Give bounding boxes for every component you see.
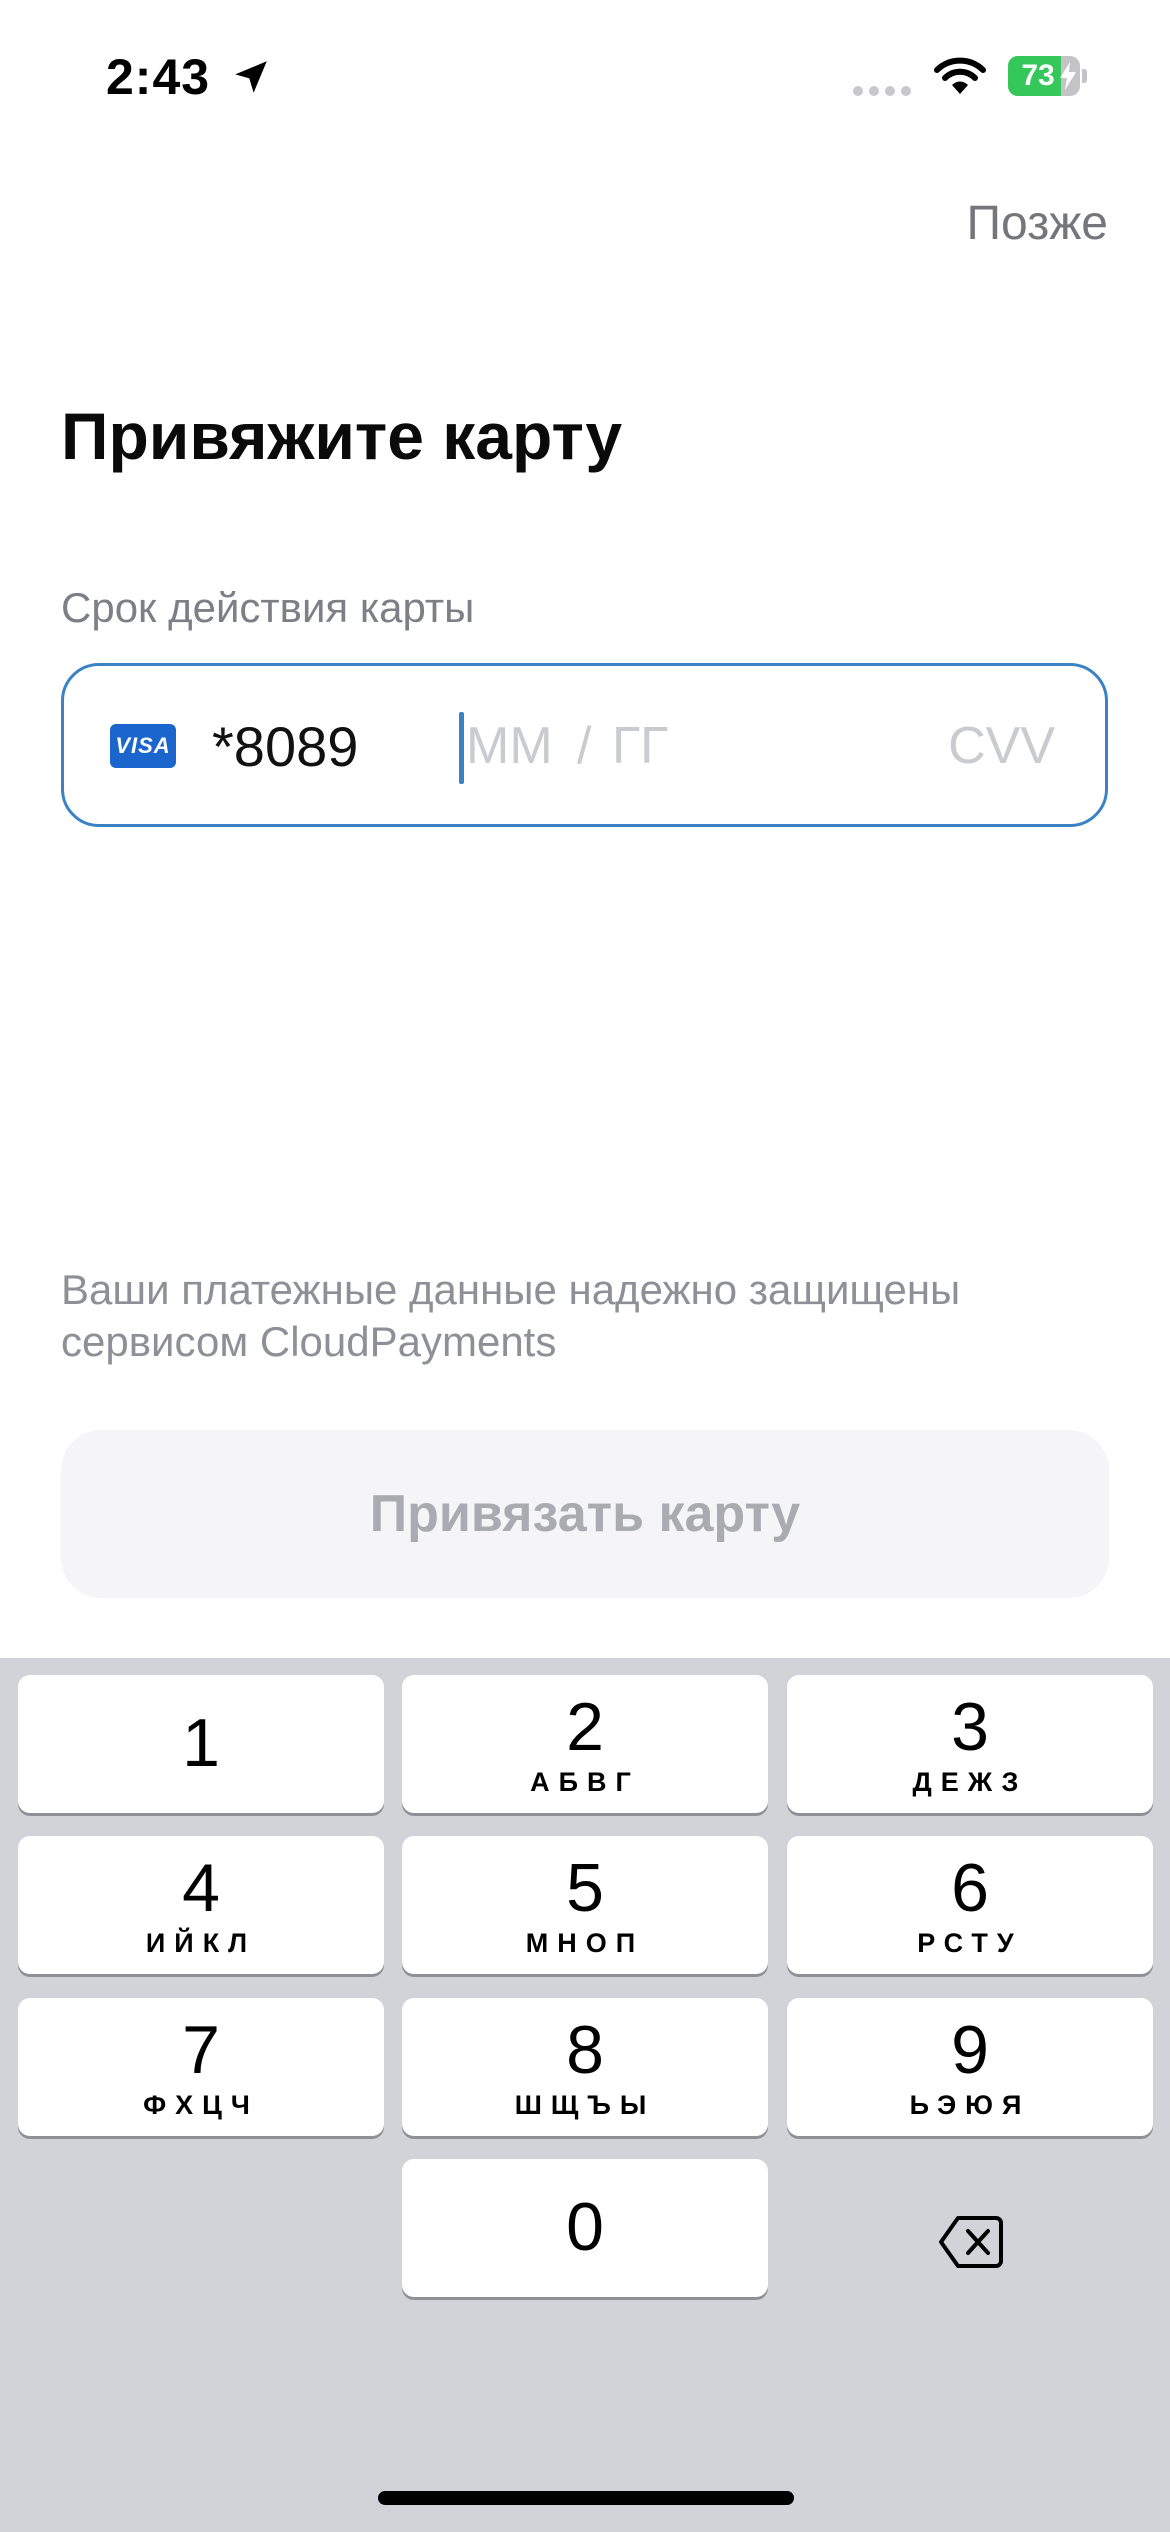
page-title: Привяжите карту <box>61 399 623 473</box>
key-letters: АБВГ <box>530 1767 640 1797</box>
key-letters: МНОП <box>525 1928 645 1958</box>
key-4[interactable]: 4 ИЙКЛ <box>18 1836 384 1974</box>
expiry-field-label: Срок действия карты <box>61 584 475 631</box>
card-input-field[interactable]: VISA *8089 ММ / ГГ CVV <box>61 663 1108 827</box>
battery-indicator: 73 <box>1008 56 1087 96</box>
key-6[interactable]: 6 РСТУ <box>787 1836 1153 1974</box>
key-digit: 2 <box>566 1689 604 1765</box>
wifi-icon <box>934 57 986 94</box>
key-digit: 9 <box>951 2012 989 2088</box>
key-5[interactable]: 5 МНОП <box>402 1836 768 1974</box>
home-indicator <box>378 2491 794 2505</box>
key-7[interactable]: 7 ФХЦЧ <box>18 1998 384 2136</box>
visa-logo: VISA <box>110 724 176 768</box>
expiry-year-input[interactable]: ГГ <box>612 716 668 776</box>
key-2[interactable]: 2 АБВГ <box>402 1675 768 1813</box>
key-digit: 0 <box>566 2189 604 2265</box>
status-bar: 2:43 73 <box>0 0 1170 150</box>
battery-body: 73 <box>1008 56 1080 96</box>
key-3[interactable]: 3 ДЕЖЗ <box>787 1675 1153 1813</box>
delete-key[interactable] <box>787 2171 1153 2309</box>
key-0[interactable]: 0 <box>402 2159 768 2297</box>
key-letters: ИЙКЛ <box>145 1928 257 1958</box>
backspace-icon <box>939 2216 1003 2268</box>
cellular-signal-icon <box>853 86 911 96</box>
battery-cap <box>1082 69 1087 83</box>
cvv-input[interactable]: CVV <box>948 716 1055 776</box>
later-button[interactable]: Позже <box>967 196 1108 251</box>
text-cursor <box>459 712 464 784</box>
key-letters: ЬЭЮЯ <box>909 2090 1031 2120</box>
key-digit: 7 <box>182 2012 220 2088</box>
status-time: 2:43 <box>106 49 211 105</box>
key-digit: 8 <box>566 2012 604 2088</box>
key-letters: ШЩЪЫ <box>514 2090 656 2120</box>
key-9[interactable]: 9 ЬЭЮЯ <box>787 1998 1153 2136</box>
key-1[interactable]: 1 <box>18 1675 384 1813</box>
bind-card-button[interactable]: Привязать карту <box>61 1430 1109 1598</box>
key-digit: 5 <box>566 1850 604 1926</box>
key-digit: 6 <box>951 1850 989 1926</box>
expiry-month-input[interactable]: ММ <box>466 716 553 776</box>
key-8[interactable]: 8 ШЩЪЫ <box>402 1998 768 2136</box>
card-last-digits[interactable]: *8089 <box>212 714 358 779</box>
expiry-separator: / <box>577 717 592 775</box>
key-digit: 4 <box>182 1850 220 1926</box>
key-letters: ДЕЖЗ <box>912 1767 1028 1797</box>
key-letters: РСТУ <box>917 1928 1023 1958</box>
location-arrow-icon <box>235 61 267 93</box>
key-digit: 1 <box>182 1705 220 1781</box>
key-letters: ФХЦЧ <box>143 2090 259 2120</box>
key-digit: 3 <box>951 1689 989 1765</box>
security-note: Ваши платежные данные надежно защищены с… <box>61 1266 961 1365</box>
lightning-bolt-icon <box>1060 62 1076 90</box>
